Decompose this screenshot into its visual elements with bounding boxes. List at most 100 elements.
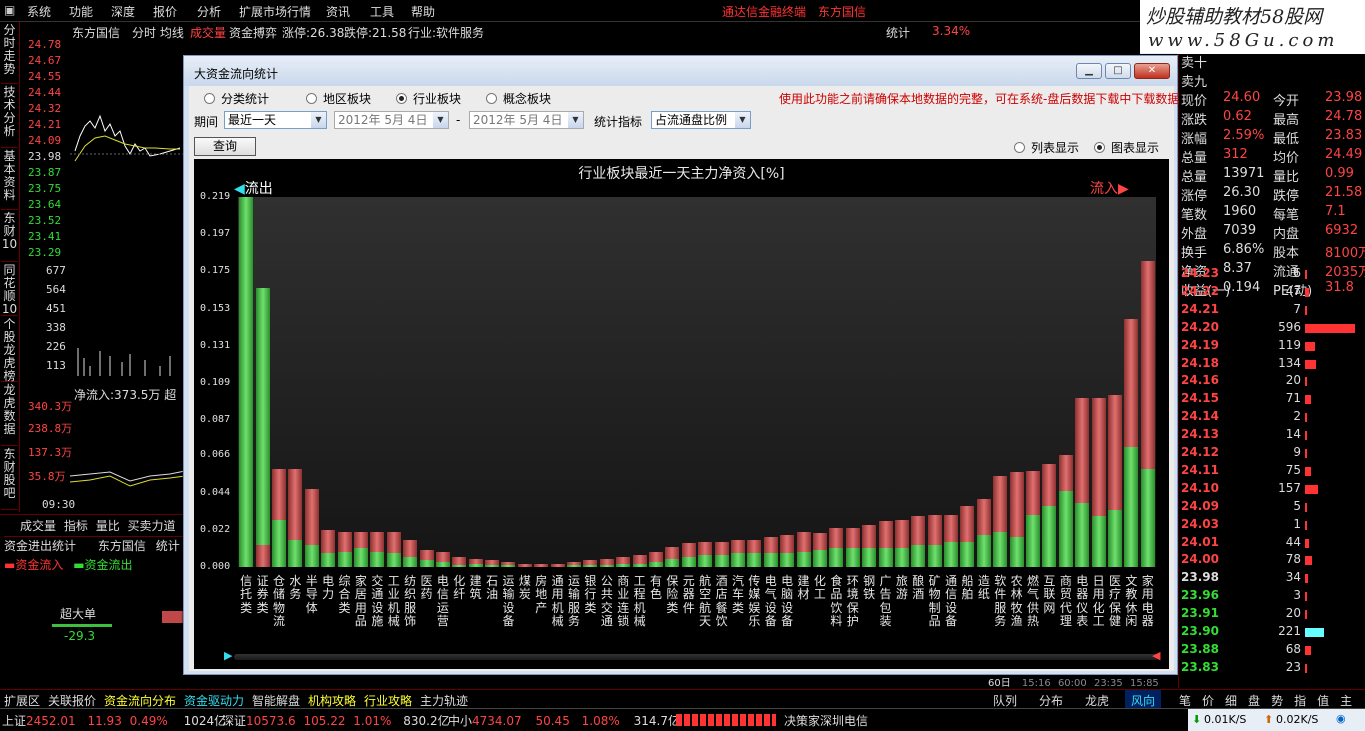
menu-analysis[interactable]: 分析	[197, 3, 221, 20]
period-select[interactable]: 最近一天 ▼	[224, 111, 327, 129]
tab-buy-sell[interactable]: 买卖力道	[128, 519, 176, 533]
radio-region[interactable]: 地区板块	[306, 90, 371, 107]
outflow-bar[interactable]	[1058, 490, 1073, 567]
tab-smart-analysis[interactable]: 智能解盘	[252, 692, 300, 709]
indicator-select[interactable]: 占流通盘比例 ▼	[651, 111, 751, 129]
menu-tools[interactable]: 工具	[370, 3, 394, 20]
capital-game[interactable]: 资金搏弈	[229, 24, 277, 41]
tab-small[interactable]: 指	[1294, 694, 1317, 708]
outflow-bar[interactable]	[239, 197, 254, 567]
outflow-bar[interactable]	[353, 548, 368, 567]
tab-small[interactable]: 值	[1317, 694, 1340, 708]
menu-extended-market[interactable]: 扩展市场行情	[239, 3, 311, 20]
menu-help[interactable]: 帮助	[411, 3, 435, 20]
inflow-bar[interactable]	[550, 563, 565, 567]
outflow-bar[interactable]	[583, 565, 598, 567]
scroll-right-icon[interactable]: ◀	[1152, 649, 1160, 662]
menu-news[interactable]: 资讯	[326, 3, 350, 20]
outflow-bar[interactable]	[386, 553, 401, 567]
outflow-bar[interactable]	[435, 561, 450, 567]
outflow-bar[interactable]	[993, 531, 1008, 567]
maximize-icon[interactable]: □	[1105, 63, 1131, 79]
date-end[interactable]: 2012年 5月 4日 ▼	[469, 111, 584, 129]
outflow-bar[interactable]	[632, 563, 647, 567]
tab-small[interactable]: 价	[1202, 694, 1225, 708]
outflow-bar[interactable]	[730, 553, 745, 567]
outflow-bar[interactable]	[304, 545, 319, 567]
outflow-bar[interactable]	[1108, 509, 1123, 567]
outflow-bar[interactable]	[698, 555, 713, 567]
outflow-bar[interactable]	[812, 550, 827, 567]
outflow-bar[interactable]	[337, 551, 352, 567]
outflow-bar[interactable]	[321, 553, 336, 567]
outflow-bar[interactable]	[419, 560, 434, 567]
outflow-bar[interactable]	[960, 541, 975, 567]
outflow-bar[interactable]	[862, 548, 877, 567]
tab-related-quote[interactable]: 关联报价	[48, 692, 96, 709]
outflow-bar[interactable]	[616, 563, 631, 567]
outflow-bar[interactable]	[485, 565, 500, 567]
outflow-bar[interactable]	[927, 545, 942, 567]
outflow-bar[interactable]	[911, 545, 926, 567]
radio-list-view[interactable]: 列表显示	[1014, 139, 1079, 156]
outflow-bar[interactable]	[403, 556, 418, 567]
outflow-bar[interactable]	[567, 565, 582, 567]
outflow-bar[interactable]	[829, 548, 844, 567]
tab-queue[interactable]: 队列	[993, 692, 1017, 709]
outflow-bar[interactable]	[1075, 502, 1090, 567]
outflow-bar[interactable]	[1124, 447, 1139, 567]
outflow-bar[interactable]	[501, 565, 516, 567]
tab-small[interactable]: 笔	[1179, 694, 1202, 708]
tab-small[interactable]: 势	[1271, 694, 1294, 708]
tab-industry-strategy[interactable]: 行业攻略	[364, 692, 412, 709]
tab-extension[interactable]: 扩展区	[4, 692, 40, 709]
outflow-bar[interactable]	[452, 565, 467, 567]
outflow-bar[interactable]	[780, 553, 795, 567]
tab-small[interactable]: 细	[1225, 694, 1248, 708]
outflow-bar[interactable]	[845, 548, 860, 567]
radio-chart-view[interactable]: 图表显示	[1094, 139, 1159, 156]
outflow-bar[interactable]	[1140, 469, 1155, 567]
stats-label[interactable]: 统计	[886, 24, 910, 41]
tab-main-trace[interactable]: 主力轨迹	[420, 692, 468, 709]
outflow-bar[interactable]	[944, 541, 959, 567]
outflow-bar[interactable]	[271, 519, 286, 567]
menu-quote[interactable]: 报价	[153, 3, 177, 20]
outflow-bar[interactable]	[255, 288, 270, 567]
tab-volume-ratio[interactable]: 量比	[96, 519, 120, 533]
outflow-bar[interactable]	[796, 551, 811, 567]
minimize-icon[interactable]: ▁	[1076, 63, 1102, 79]
outflow-bar[interactable]	[665, 558, 680, 567]
outflow-bar[interactable]	[1009, 536, 1024, 567]
query-button[interactable]: 查询	[194, 137, 256, 156]
close-icon[interactable]: ✕	[1134, 63, 1170, 79]
inflow-bar[interactable]	[255, 545, 270, 567]
inflow-bar[interactable]	[517, 563, 532, 567]
outflow-bar[interactable]	[976, 534, 991, 567]
outflow-bar[interactable]	[649, 561, 664, 567]
outflow-bar[interactable]	[763, 553, 778, 567]
tab-institution[interactable]: 机构攻略	[308, 692, 356, 709]
flow-stat-tab[interactable]: 统计	[156, 539, 180, 553]
tab-volume[interactable]: 成交量	[20, 519, 56, 533]
tab-small[interactable]: 盘	[1248, 694, 1271, 708]
outflow-bar[interactable]	[288, 539, 303, 567]
outflow-bar[interactable]	[1026, 514, 1041, 567]
menu-depth[interactable]: 深度	[111, 3, 135, 20]
tab-wind[interactable]: 风向	[1125, 690, 1162, 709]
radio-category[interactable]: 分类统计	[204, 90, 269, 107]
outflow-bar[interactable]	[714, 555, 729, 567]
radio-concept[interactable]: 概念板块	[486, 90, 551, 107]
tab-dragon[interactable]: 龙虎	[1085, 692, 1109, 709]
outflow-bar[interactable]	[878, 548, 893, 567]
tab-small[interactable]: 主	[1340, 694, 1363, 708]
outflow-bar[interactable]	[747, 553, 762, 567]
menu-function[interactable]: 功能	[69, 3, 93, 20]
outflow-bar[interactable]	[468, 563, 483, 567]
inflow-bar[interactable]	[534, 563, 549, 567]
tab-fund-drive[interactable]: 资金驱动力	[184, 692, 244, 709]
scroll-left-icon[interactable]: ▶	[224, 649, 232, 662]
outflow-bar[interactable]	[599, 565, 614, 567]
menu-system[interactable]: 系统	[27, 3, 51, 20]
tab-distribution[interactable]: 分布	[1039, 692, 1063, 709]
